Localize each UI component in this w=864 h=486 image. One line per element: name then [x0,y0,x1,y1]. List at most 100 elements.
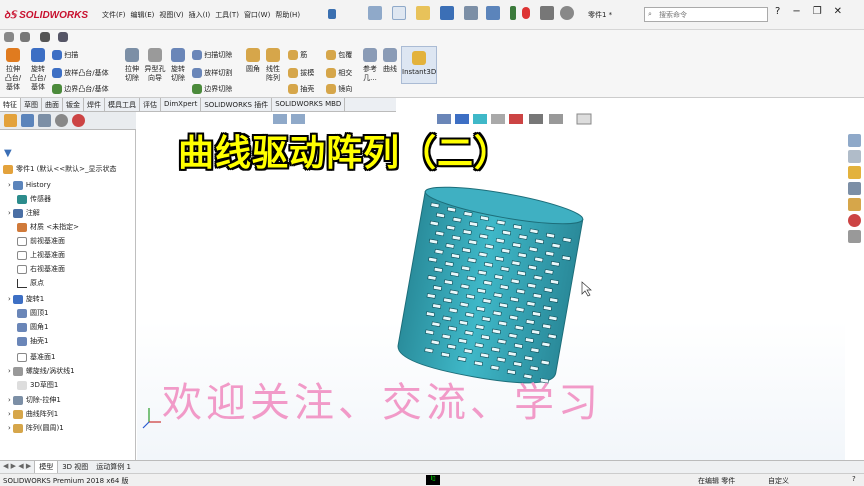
sketch-tool-icon-3[interactable] [58,32,68,42]
tab-motion-study[interactable]: 运动算例 1 [92,461,135,473]
linear-pattern-button[interactable]: 线性 阵列 [264,48,282,83]
curves-button[interactable]: 曲线 [381,48,399,74]
heads-up-toolbar[interactable] [273,113,592,125]
file-properties-icon[interactable] [540,6,554,20]
draft-button[interactable]: 拔模 [288,68,314,78]
filter-icon[interactable]: ▼ [4,148,12,159]
property-manager-tab-icon[interactable] [21,114,34,127]
restore-icon[interactable]: ❐ [813,6,822,17]
display-manager-tab-icon[interactable] [72,114,85,127]
rebuild-icon[interactable] [522,7,530,19]
tree-item-plane1[interactable]: 基准面1 [17,350,55,364]
boundary-boss-button[interactable]: 边界凸台/基体 [52,84,109,94]
status-units[interactable]: 自定义 [768,476,789,486]
shell-button[interactable]: 抽壳 [288,84,314,94]
tab-mbd[interactable]: SOLIDWORKS MBD [272,98,346,111]
open-icon[interactable] [416,6,430,20]
tree-item-annotations[interactable]: › 注解 [8,206,40,220]
home-icon[interactable] [368,6,382,20]
tree-item-3dsketch1[interactable]: 3D草图1 [17,378,58,392]
tree-item-right-plane[interactable]: 右视基准面 [17,262,65,276]
smart-dimension-icon[interactable] [4,32,14,42]
dimxpert-tab-icon[interactable] [55,114,68,127]
view-palette-icon[interactable] [848,182,861,195]
tab-model[interactable]: 模型 [34,461,59,473]
new-document-icon[interactable] [392,6,406,20]
menu-edit[interactable]: 编辑(E) [131,10,155,20]
options-gear-icon[interactable] [560,6,574,20]
tab-sheet-metal[interactable]: 钣金 [63,98,84,111]
tab-sketch[interactable]: 草图 [21,98,42,111]
tree-item-cut-extrude1[interactable]: › 切除-拉伸1 [8,393,61,407]
pin-icon[interactable] [328,9,336,19]
extrude-cut-button[interactable]: 拉伸 切除 [122,48,142,83]
instant3d-button[interactable]: Instant3D [401,46,437,84]
design-library-icon[interactable] [848,150,861,163]
file-explorer-icon[interactable] [848,166,861,179]
undo-icon[interactable] [486,6,500,20]
intersect-button[interactable]: 相交 [326,68,352,78]
help-icon[interactable]: ? [775,6,780,17]
sketch-tool-icon[interactable] [20,32,30,42]
sketch-tool-icon-2[interactable] [40,32,50,42]
boundary-cut-button[interactable]: 边界切除 [192,84,232,94]
tab-features[interactable]: 特征 [0,98,21,111]
configuration-tab-icon[interactable] [38,114,51,127]
help-icon[interactable]: ? [852,475,856,483]
mirror-button[interactable]: 镜向 [326,84,352,94]
revolve-boss-button[interactable]: 旋转 凸台/ 基体 [27,48,49,92]
tab-evaluate[interactable]: 评估 [140,98,161,111]
sweep-cut-button[interactable]: 扫描切除 [192,50,232,60]
tab-weldments[interactable]: 焊件 [84,98,105,111]
menu-window[interactable]: 窗口(W) [244,10,270,20]
menu-tools[interactable]: 工具(T) [215,10,239,20]
tree-item-top-plane[interactable]: 上视基准面 [17,248,65,262]
tree-item-sensors[interactable]: 传感器 [17,192,51,206]
custom-properties-icon[interactable] [848,198,861,211]
select-icon[interactable] [510,6,516,20]
revolve-cut-button[interactable]: 旋转 切除 [168,48,188,83]
tree-item-origin[interactable]: 原点 [17,276,44,290]
loft-button[interactable]: 放样凸台/基体 [52,68,109,78]
tab-mold-tools[interactable]: 模具工具 [105,98,140,111]
tree-item-front-plane[interactable]: 前视基准面 [17,234,65,248]
tree-item-history[interactable]: › History [8,178,51,192]
appearances-icon[interactable] [848,214,861,227]
menu-insert[interactable]: 插入(I) [189,10,211,20]
tab-surfaces[interactable]: 曲面 [42,98,63,111]
hole-wizard-button[interactable]: 异型孔 向导 [144,48,166,83]
tree-item-shell1[interactable]: 抽壳1 [17,334,48,348]
tree-item-helix1[interactable]: › 螺旋线/涡状线1 [8,364,75,378]
minimize-icon[interactable]: − [792,6,800,17]
reference-geometry-button[interactable]: 参考 几... [360,48,380,83]
expand-arrow-icon: › [8,410,11,418]
loft-cut-button[interactable]: 放样切割 [192,68,232,78]
fillet-button[interactable]: 圆角 [244,48,262,74]
tree-item-material[interactable]: 材质 <未指定> [17,220,79,234]
close-icon[interactable]: ✕ [834,6,842,17]
menu-file[interactable]: 文件(F) [102,10,126,20]
sweep-button[interactable]: 扫描 [52,50,78,60]
tree-root-part[interactable]: 零件1 (默认<<默认>_显示状态 [3,162,117,176]
search-input[interactable]: 搜索命令 [644,7,768,22]
tab-scroll-icon[interactable]: ◀ ▶ ◀ ▶ [0,461,34,473]
tree-item-curve-pattern1[interactable]: › 曲线阵列1 [8,407,58,421]
extrude-boss-button[interactable]: 拉伸 凸台/ 基体 [2,48,24,92]
tree-item-dome1[interactable]: 圆顶1 [17,306,48,320]
feature-tree-tab-icon[interactable] [4,114,17,127]
tree-item-circular-pattern1[interactable]: › 阵列(圆周)1 [8,421,64,435]
solidworks-resources-icon[interactable] [848,134,861,147]
menu-view[interactable]: 视图(V) [159,10,183,20]
forum-icon[interactable] [848,230,861,243]
rib-button[interactable]: 筋 [288,50,307,60]
tab-3d-views[interactable]: 3D 视图 [58,461,92,473]
save-icon[interactable] [440,6,454,20]
wrap-button[interactable]: 包覆 [326,50,352,60]
tab-addins[interactable]: SOLIDWORKS 插件 [201,98,273,111]
perforated-cylinder-model [397,186,584,384]
print-icon[interactable] [464,6,478,20]
menu-help[interactable]: 帮助(H) [275,10,300,20]
tree-item-revolve1[interactable]: › 旋转1 [8,292,44,306]
tab-dimxpert[interactable]: DimXpert [161,98,202,111]
tree-item-fillet1[interactable]: 圆角1 [17,320,48,334]
